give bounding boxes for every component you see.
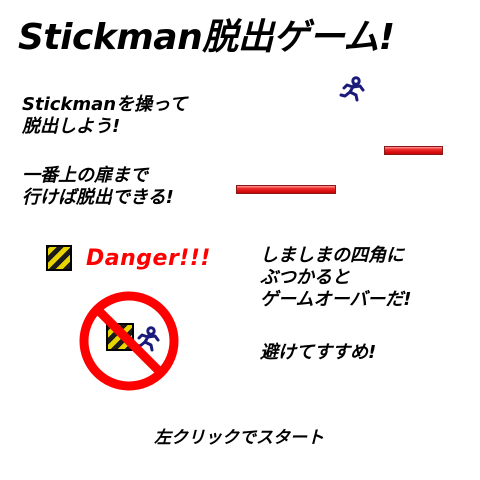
instructions-control: Stickmanを操って 脱出しよう!	[22, 94, 187, 138]
danger-legend: Danger!!!	[46, 244, 211, 272]
instruction-line: 行けば脱出できる!	[22, 187, 174, 208]
instruction-line: ゲームオーバーだ!	[260, 289, 412, 310]
instruction-line: しましまの四角に	[260, 245, 404, 266]
instructions-goal: 一番上の扉まで 行けば脱出できる!	[22, 165, 174, 209]
no-touch-icon	[78, 290, 180, 392]
instruction-line: ぶつかると	[260, 267, 350, 288]
hazard-stripe-icon	[46, 245, 72, 271]
platform-middle	[236, 185, 336, 194]
prohibition-ring-icon	[79, 291, 179, 391]
stickman-player-icon	[339, 76, 365, 102]
game-title: Stickman脱出ゲーム!	[18, 17, 395, 58]
instructions-advance: 避けてすすめ!	[260, 342, 376, 364]
instruction-line: Stickmanを操って	[22, 94, 188, 115]
start-hint[interactable]: 左クリックでスタート	[0, 426, 480, 450]
instructions-hazard: しましまの四角に ぶつかると ゲームオーバーだ!	[260, 245, 412, 311]
danger-label: Danger!!!	[86, 245, 211, 271]
game-screen[interactable]: Stickman脱出ゲーム! Stickmanを操って 脱出しよう! 一番上の扉…	[0, 0, 480, 480]
instruction-line: 一番上の扉まで	[22, 165, 148, 186]
instruction-line: 避けてすすめ!	[260, 342, 377, 363]
instruction-line: 脱出しよう!	[22, 116, 121, 137]
platform-top	[384, 146, 443, 155]
